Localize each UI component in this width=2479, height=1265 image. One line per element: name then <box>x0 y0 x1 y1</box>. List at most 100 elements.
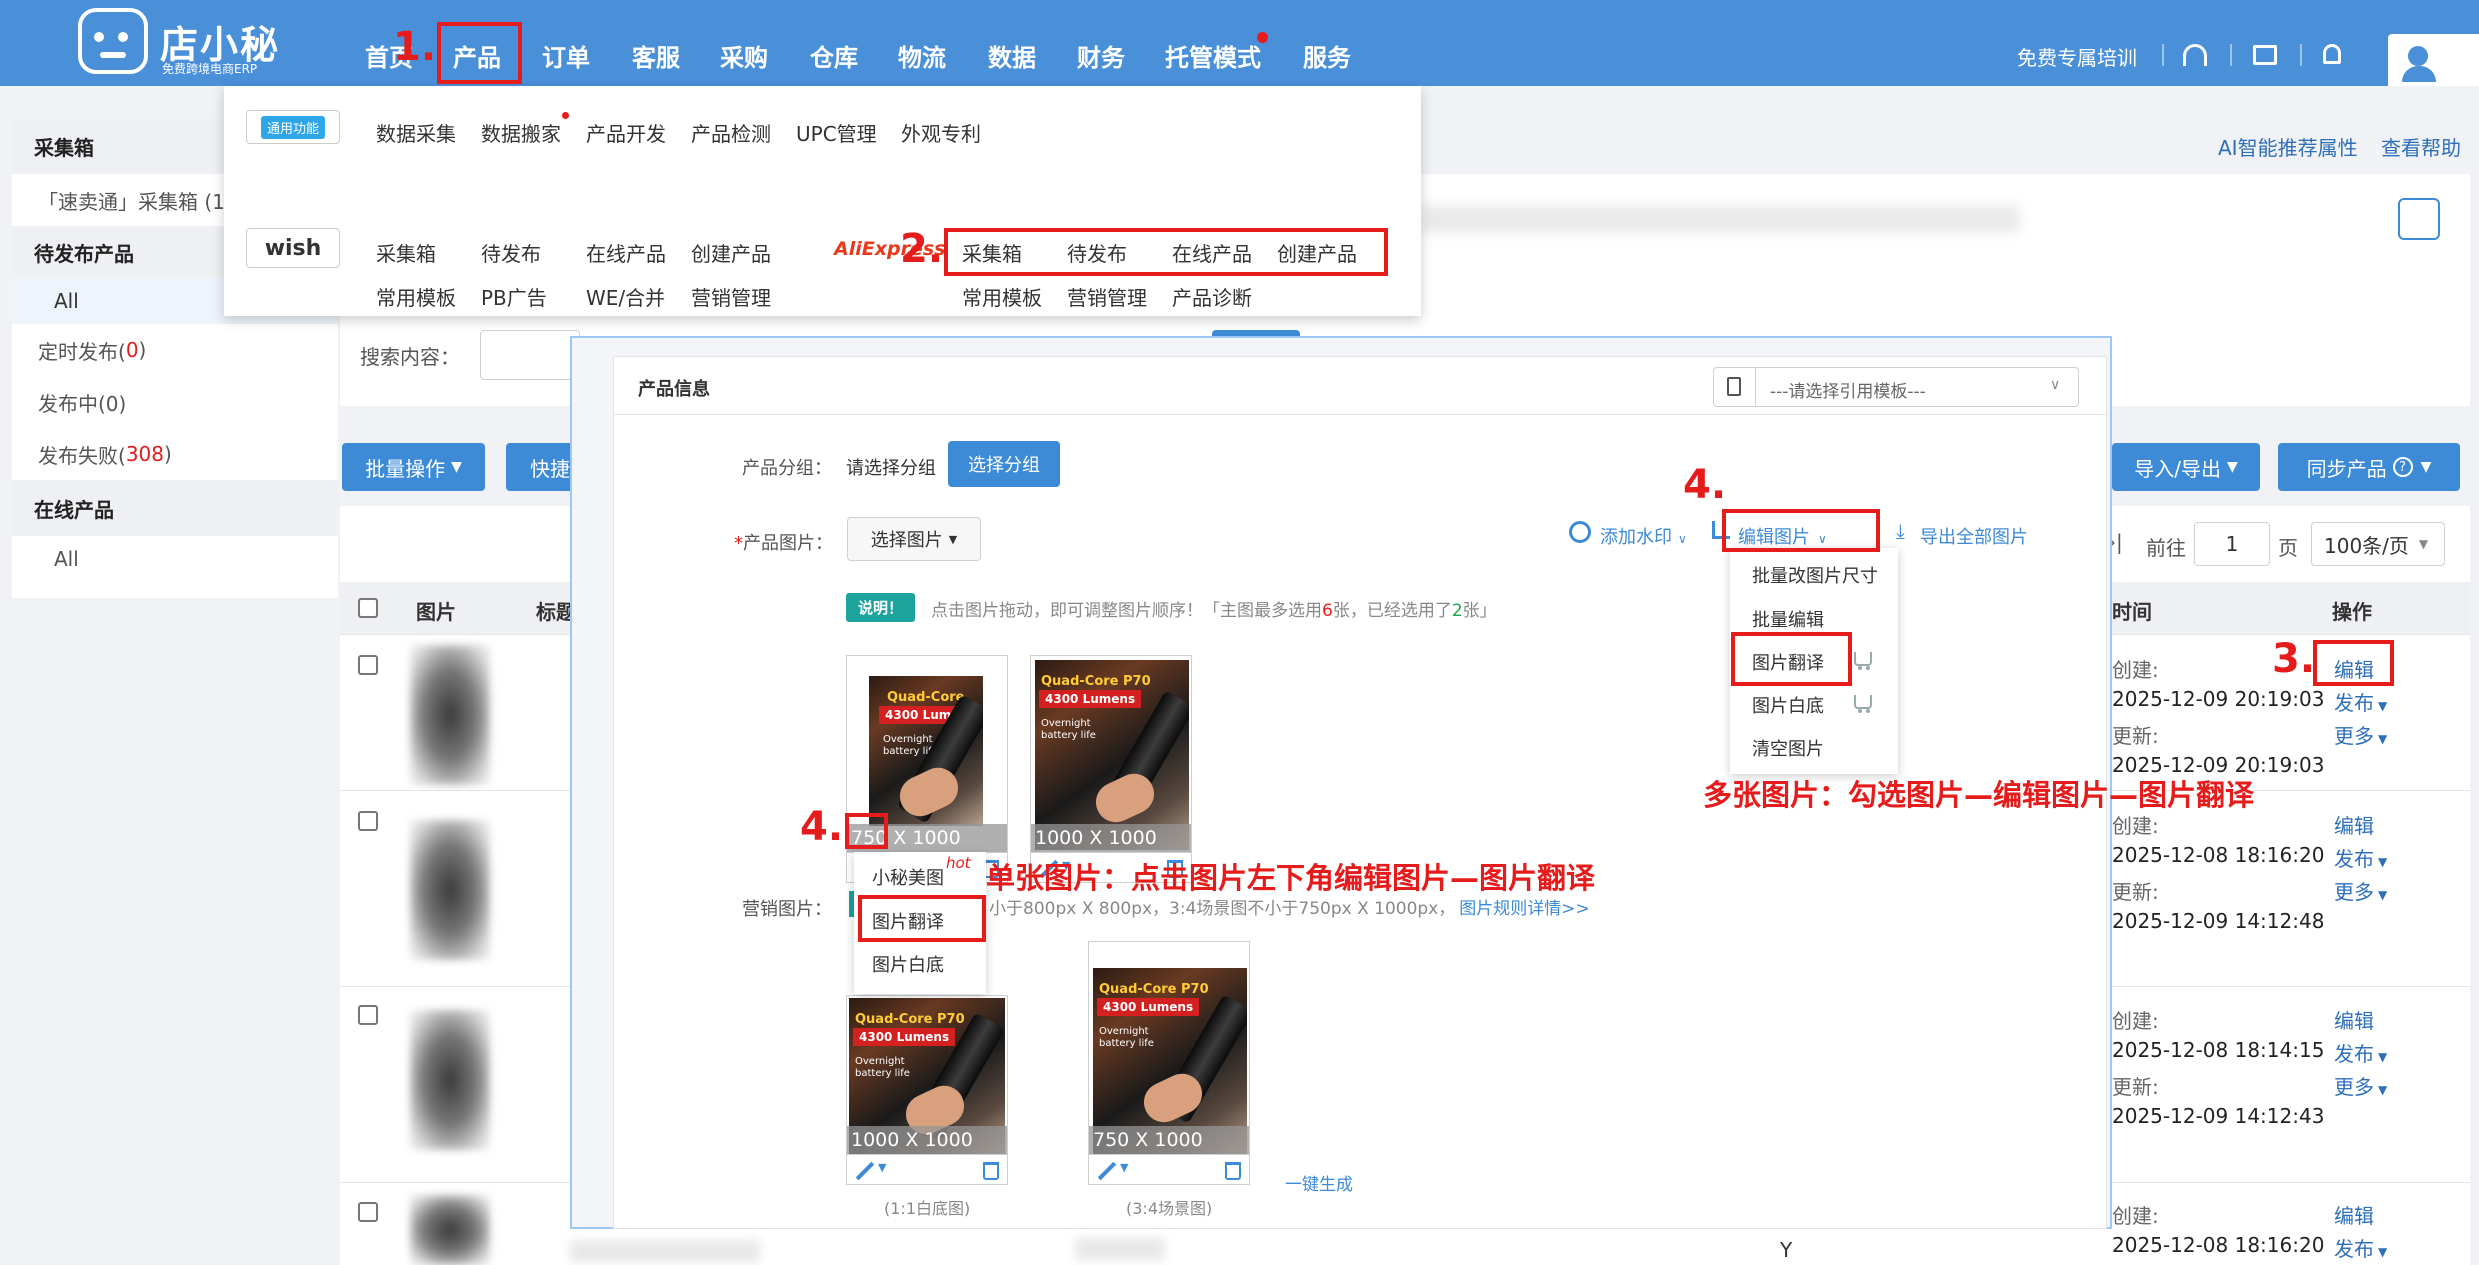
goto-label: 前往 <box>2146 536 2186 560</box>
wish-marketing[interactable]: 营销管理 <box>691 282 771 311</box>
wish-templates[interactable]: 常用模板 <box>376 282 456 311</box>
menu-product-check[interactable]: 产品检测 <box>691 118 771 147</box>
headset-icon[interactable] <box>2183 44 2207 66</box>
menu-xiaomi-meitu[interactable]: 小秘美图 <box>872 864 944 890</box>
nav-warehouse[interactable]: 仓库 <box>810 38 858 73</box>
select-all-checkbox[interactable] <box>358 598 378 618</box>
search-label: 搜索内容： <box>360 345 460 369</box>
one-click-generate-link[interactable]: 一键生成 <box>1285 1170 1353 1195</box>
menu-data-collect[interactable]: 数据采集 <box>376 118 456 147</box>
product-thumbnail[interactable] <box>410 820 490 960</box>
stray-text: Y <box>1780 1238 1793 1262</box>
blurred-filter <box>1420 206 2020 232</box>
highlight-ali-menu <box>944 228 1388 276</box>
wish-we-merge[interactable]: WE/合并 <box>586 282 665 311</box>
col-image: 图片 <box>416 600 456 624</box>
free-training-link[interactable]: 免费专属培训 <box>2017 42 2137 71</box>
search-input[interactable] <box>480 330 580 380</box>
menu-patent[interactable]: 外观专利 <box>901 118 981 147</box>
ali-diagnosis[interactable]: 产品诊断 <box>1172 282 1252 311</box>
marketing-image-2[interactable]: Quad-Core P70 4300 Lumens Overnight batter… <box>1088 941 1250 1155</box>
batch-ops-button[interactable]: 批量操作 ▼ <box>342 443 485 491</box>
marketing-image-1[interactable]: Quad-Core P70 4300 Lumens Overnight batter… <box>846 995 1008 1155</box>
nav-services[interactable]: 服务 <box>1303 38 1351 73</box>
per-page-select[interactable]: 100条/页 ▼ <box>2311 522 2445 566</box>
sidebar-item-failed[interactable]: 发布失败(308) <box>12 428 338 480</box>
product-thumbnail[interactable] <box>410 1195 490 1265</box>
menu-batch-resize[interactable]: 批量改图片尺寸 <box>1752 562 1878 588</box>
menu-upc[interactable]: UPC管理 <box>796 118 877 147</box>
menu-product-dev[interactable]: 产品开发 <box>586 118 666 147</box>
robot-logo-icon[interactable] <box>78 8 148 74</box>
more-link[interactable]: 更多 ▼ <box>2334 720 2387 749</box>
add-watermark-button[interactable]: 添加水印 ∨ <box>1600 523 1687 549</box>
ai-recommend-link[interactable]: AI智能推荐属性 <box>2218 132 2358 161</box>
edit-link[interactable]: 编辑 <box>2334 810 2374 839</box>
help-link[interactable]: 查看帮助 <box>2381 132 2461 161</box>
wish-pb-ads[interactable]: PB广告 <box>481 282 547 311</box>
nav-order[interactable]: 订单 <box>542 38 590 73</box>
page-number-input[interactable]: 1 <box>2194 522 2270 566</box>
sidebar-item-timed[interactable]: 定时发布(0) <box>12 324 338 376</box>
menu-image-white-bg-single[interactable]: 图片白底 <box>872 951 944 977</box>
nav-finance[interactable]: 财务 <box>1077 38 1125 73</box>
edit-link[interactable]: 编辑 <box>2334 1200 2374 1229</box>
menu-image-white-bg[interactable]: 图片白底 <box>1752 692 1824 718</box>
general-badge: 通用功能 <box>246 110 340 144</box>
trash-icon[interactable] <box>1225 1162 1241 1180</box>
publish-link[interactable]: 发布 ▼ <box>2334 843 2387 872</box>
more-link[interactable]: 更多 ▼ <box>2334 1071 2387 1100</box>
select-group-button[interactable]: 选择分组 <box>948 441 1060 487</box>
wish-pending[interactable]: 待发布 <box>481 238 541 267</box>
chevron-down-icon: ▼ <box>2418 537 2429 551</box>
row-checkbox[interactable] <box>358 1005 378 1025</box>
layout-icon[interactable] <box>2398 198 2440 240</box>
note-part: 张」 <box>1462 601 1497 621</box>
user-avatar[interactable] <box>2388 34 2479 86</box>
product-thumbnail[interactable] <box>410 1010 490 1150</box>
row-checkbox[interactable] <box>358 655 378 675</box>
chevron-down-icon[interactable]: ▼ <box>1120 1161 1128 1174</box>
publish-link[interactable]: 发布 ▼ <box>2334 687 2387 716</box>
menu-batch-edit[interactable]: 批量编辑 <box>1752 606 1824 632</box>
import-export-button[interactable]: 导入/导出 ▼ <box>2112 443 2260 491</box>
publish-link[interactable]: 发布 ▼ <box>2334 1038 2387 1067</box>
product-thumbnail[interactable] <box>410 645 490 785</box>
step-3-marker: 3. <box>2272 636 2316 682</box>
created-date: 2025-12-08 18:16:20 <box>2112 843 2325 867</box>
wish-collect[interactable]: 采集箱 <box>376 238 436 267</box>
images-label-text: 产品图片： <box>743 533 833 554</box>
template-select[interactable]: ---请选择引用模板--- ∨ <box>1713 367 2079 407</box>
step-1-marker: 1. <box>393 24 437 70</box>
row-checkbox[interactable] <box>358 811 378 831</box>
nav-data[interactable]: 数据 <box>988 38 1036 73</box>
step-4-marker: 4. <box>1683 462 1727 508</box>
book-icon[interactable] <box>2253 45 2277 65</box>
more-link[interactable]: 更多 ▼ <box>2334 876 2387 905</box>
publish-label: 发布 <box>2334 1237 2374 1261</box>
timed-count: 0 <box>125 338 139 362</box>
nav-service[interactable]: 客服 <box>632 38 680 73</box>
ali-templates[interactable]: 常用模板 <box>962 282 1042 311</box>
menu-data-move[interactable]: 数据搬家 <box>481 118 561 147</box>
sidebar-item-online-all[interactable]: All <box>12 536 338 582</box>
wish-online[interactable]: 在线产品 <box>586 238 666 267</box>
main-image-2[interactable]: Quad-Core P70 4300 Lumens Overnight batter… <box>1030 655 1192 853</box>
export-all-images-button[interactable]: 导出全部图片 <box>1920 523 2028 549</box>
sync-products-button[interactable]: 同步产品? ▼ <box>2278 443 2460 491</box>
sidebar-item-publishing[interactable]: 发布中(0) <box>12 376 338 428</box>
ali-marketing[interactable]: 营销管理 <box>1067 282 1147 311</box>
nav-logistics[interactable]: 物流 <box>898 38 946 73</box>
nav-hosting[interactable]: 托管模式 <box>1165 38 1261 73</box>
nav-purchase[interactable]: 采购 <box>720 38 768 73</box>
edit-link[interactable]: 编辑 <box>2334 1005 2374 1034</box>
image-rules-link[interactable]: 图片规则详情>> <box>1459 899 1590 919</box>
chevron-down-icon[interactable]: ▼ <box>878 1161 886 1174</box>
publish-link[interactable]: 发布 ▼ <box>2334 1233 2387 1262</box>
wish-create[interactable]: 创建产品 <box>691 238 771 267</box>
bell-icon[interactable] <box>2323 44 2341 64</box>
row-checkbox[interactable] <box>358 1202 378 1222</box>
menu-clear-images[interactable]: 清空图片 <box>1752 735 1824 761</box>
trash-icon[interactable] <box>983 1162 999 1180</box>
select-images-button[interactable]: 选择图片 ▼ <box>847 517 981 561</box>
